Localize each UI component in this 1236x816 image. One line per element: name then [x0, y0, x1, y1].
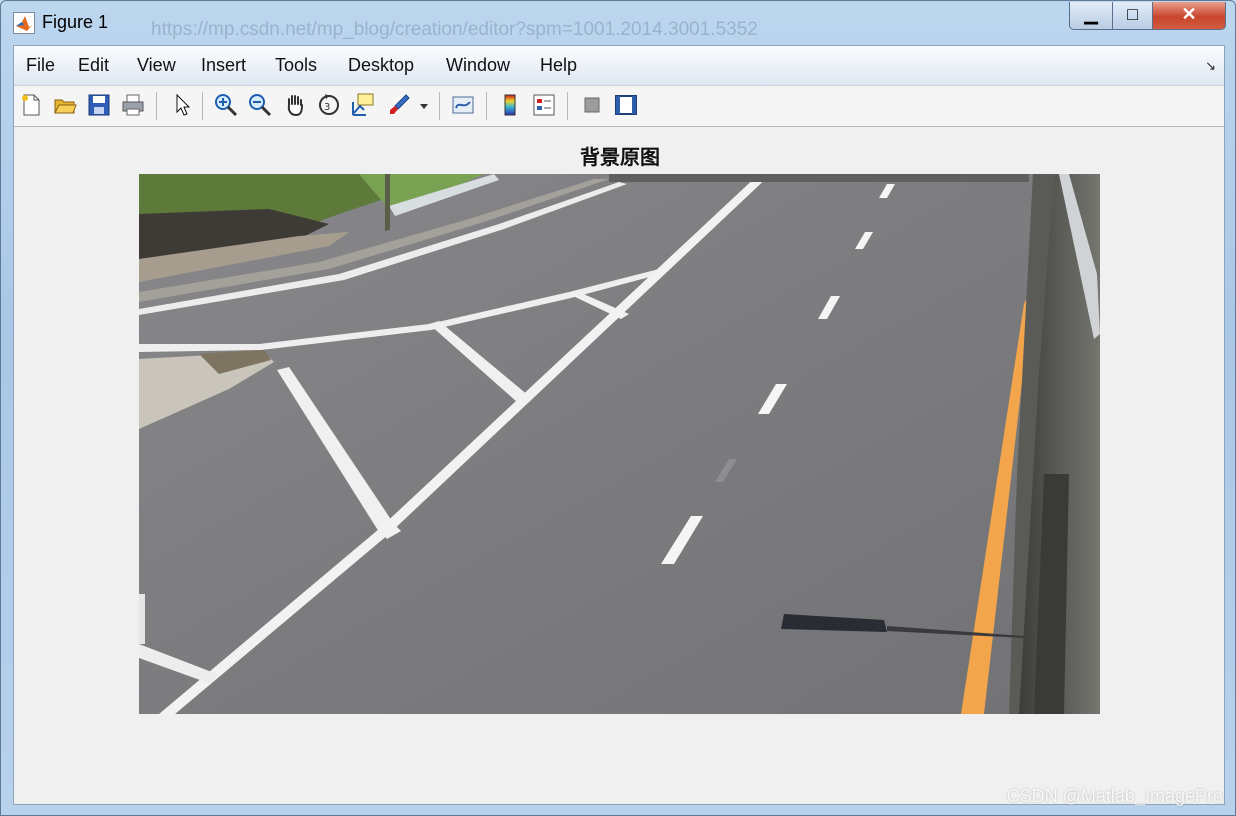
brush-dropdown-icon[interactable] [418, 92, 430, 118]
toolbar-separator [202, 92, 203, 120]
road-background-image[interactable] [139, 174, 1100, 714]
open-file-icon[interactable] [52, 92, 78, 118]
close-icon: ✕ [1181, 4, 1197, 24]
toolbar-separator [486, 92, 487, 120]
axes-title: 背景原图 [580, 145, 660, 169]
close-button[interactable]: ✕ [1152, 2, 1226, 30]
background-browser-text: https://mp.csdn.net/mp_blog/creation/edi… [151, 19, 758, 40]
minimize-button[interactable]: ▁ [1069, 2, 1113, 30]
toolbar-separator [567, 92, 568, 120]
save-icon[interactable] [86, 92, 112, 118]
menu-insert[interactable]: Insert [201, 55, 246, 76]
link-plot-icon[interactable] [450, 92, 476, 118]
show-plot-tools-icon[interactable] [613, 92, 639, 118]
pointer-icon[interactable] [168, 92, 194, 118]
title-bar[interactable]: https://mp.csdn.net/mp_blog/creation/edi… [1, 1, 1235, 43]
brush-icon[interactable] [386, 92, 412, 118]
figure-window: https://mp.csdn.net/mp_blog/creation/edi… [0, 0, 1236, 816]
minimize-icon: ▁ [1084, 4, 1098, 24]
menu-edit[interactable]: Edit [78, 55, 109, 76]
svg-text:3: 3 [324, 102, 330, 113]
toolbar-separator [439, 92, 440, 120]
figure-client-area: File Edit View Insert Tools Desktop Wind… [13, 45, 1225, 805]
maximize-icon: □ [1127, 4, 1138, 24]
menu-bar: File Edit View Insert Tools Desktop Wind… [14, 46, 1224, 86]
window-title: Figure 1 [42, 12, 109, 32]
menu-desktop[interactable]: Desktop [348, 55, 414, 76]
menu-window[interactable]: Window [446, 55, 510, 76]
hide-plot-tools-icon[interactable] [579, 92, 605, 118]
csdn-watermark: CSDN @Matlab_ImagePro [1006, 786, 1223, 806]
menu-tools[interactable]: Tools [275, 55, 317, 76]
insert-colorbar-icon[interactable] [497, 92, 523, 118]
figure-toolbar: 3 [14, 86, 1224, 127]
data-cursor-icon[interactable] [350, 92, 376, 118]
new-figure-icon[interactable] [18, 92, 44, 118]
zoom-in-icon[interactable] [213, 92, 239, 118]
matlab-icon[interactable] [13, 12, 35, 34]
print-icon[interactable] [120, 92, 146, 118]
insert-legend-icon[interactable] [531, 92, 557, 118]
menu-help[interactable]: Help [540, 55, 577, 76]
pan-icon[interactable] [282, 92, 308, 118]
maximize-button[interactable]: □ [1112, 2, 1153, 30]
menu-file[interactable]: File [26, 55, 55, 76]
rotate-3d-icon[interactable]: 3 [316, 92, 342, 118]
menu-view[interactable]: View [137, 55, 176, 76]
menu-dock-arrow-icon[interactable]: ↘ [1205, 58, 1216, 74]
zoom-out-icon[interactable] [247, 92, 273, 118]
toolbar-separator [156, 92, 157, 120]
